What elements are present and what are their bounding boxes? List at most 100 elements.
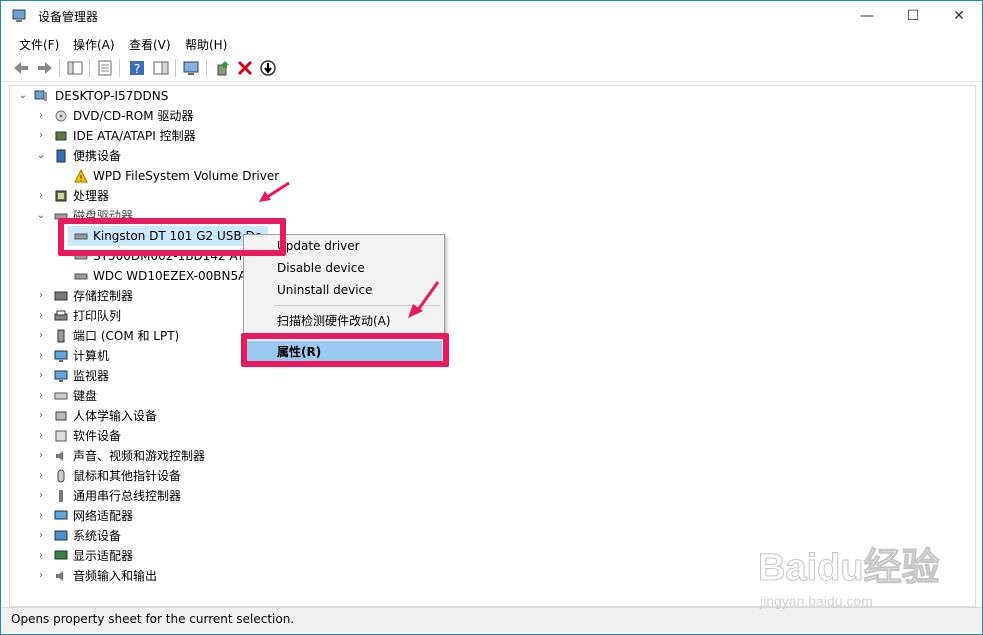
- scan-hardware-item[interactable]: 扫描检测硬件改动(A): [277, 312, 391, 329]
- annotation-box-usb-drive: [58, 218, 286, 256]
- tree-node-label: 音频输入和输出: [73, 569, 158, 583]
- toolbar-divider: [89, 59, 90, 77]
- dvd-drive-icon: [55, 110, 67, 122]
- collapse-chevron-icon[interactable]: ›: [36, 326, 46, 346]
- ide-controller-icon: [55, 131, 67, 141]
- usb-controller-icon: [59, 490, 63, 502]
- display-adapter-icon: [54, 550, 68, 560]
- toolbar-divider: [59, 59, 60, 77]
- status-text: Opens property sheet for the current sel…: [11, 612, 295, 626]
- annotation-box-properties: [241, 333, 449, 367]
- menu-help[interactable]: 帮助(H): [185, 36, 227, 53]
- menu-bar: 文件(F) 操作(A) 查看(V) 帮助(H): [1, 32, 982, 54]
- svg-text:!: !: [79, 174, 82, 183]
- collapse-chevron-icon[interactable]: ›: [36, 406, 46, 426]
- close-button[interactable]: ✕: [936, 1, 982, 31]
- baidu-watermark-logo: Baidu经验 jingyan.baidu.com: [758, 547, 940, 610]
- tree-node-label: 声音、视频和游戏控制器: [73, 449, 206, 463]
- collapse-chevron-icon[interactable]: ›: [36, 346, 46, 366]
- action-pane-icon[interactable]: [151, 58, 171, 78]
- tree-node-label: DVD/CD-ROM 驱动器: [73, 109, 194, 123]
- update-driver-item[interactable]: Update driver: [277, 239, 360, 253]
- collapse-chevron-icon[interactable]: ›: [36, 106, 46, 126]
- collapse-chevron-icon[interactable]: ›: [36, 386, 46, 406]
- collapse-chevron-icon[interactable]: ›: [36, 466, 46, 486]
- tree-node-label: 计算机: [73, 349, 110, 363]
- collapse-chevron-icon[interactable]: ›: [36, 426, 46, 446]
- processor-icon: [55, 190, 67, 202]
- expand-chevron-icon[interactable]: ⌄: [18, 86, 28, 106]
- tree-node-label: 人体学输入设备: [73, 409, 158, 423]
- tree-node-label: 端口 (COM 和 LPT): [73, 329, 180, 343]
- disable-device-item[interactable]: Disable device: [277, 261, 365, 275]
- forward-arrow-icon[interactable]: [35, 58, 55, 78]
- collapse-chevron-icon[interactable]: ›: [36, 546, 46, 566]
- storage-controller-icon: [54, 291, 68, 301]
- window-title: 设备管理器: [38, 10, 99, 24]
- watermark-url: jingyan.baidu.com: [759, 593, 873, 609]
- hid-icon: [55, 411, 67, 421]
- tree-node-label: 处理器: [73, 189, 110, 203]
- scan-hardware-monitor-icon[interactable]: [182, 58, 202, 78]
- tree-node-label: 便携设备: [73, 149, 122, 163]
- software-device-icon: [55, 430, 67, 442]
- menu-view[interactable]: 查看(V): [129, 36, 171, 53]
- tree-leaf-label: WDC WD10EZEX-00BN5A0: [93, 269, 254, 283]
- update-driver-icon[interactable]: [213, 58, 233, 78]
- collapse-chevron-icon[interactable]: ›: [36, 526, 46, 546]
- uninstall-red-x-icon[interactable]: [235, 58, 255, 78]
- tree-node-label: 打印队列: [73, 309, 122, 323]
- collapse-chevron-icon[interactable]: ›: [36, 446, 46, 466]
- port-icon: [57, 329, 65, 343]
- watermark-brand: Baidu经验: [758, 547, 940, 589]
- title-bar[interactable]: 设备管理器 — ☐ ✕: [1, 1, 982, 31]
- uninstall-device-item[interactable]: Uninstall device: [277, 283, 373, 297]
- tree-node-label: 网络适配器: [73, 509, 134, 523]
- toolbar: ?: [1, 55, 982, 82]
- menu-action[interactable]: 操作(A): [73, 36, 115, 53]
- collapse-chevron-icon[interactable]: ›: [36, 506, 46, 526]
- svg-text:?: ?: [134, 62, 140, 76]
- disk-drive-icon: [74, 273, 88, 280]
- collapse-chevron-icon[interactable]: ›: [36, 366, 46, 386]
- printer-icon: [54, 310, 68, 321]
- tree-node-label: 监视器: [73, 369, 110, 383]
- tree-node-label: 软件设备: [73, 429, 122, 443]
- collapse-chevron-icon[interactable]: ›: [36, 286, 46, 306]
- device-tree[interactable]: ⌄ DESKTOP-I57DDNS › DVD/CD-ROM 驱动器 › IDE…: [9, 85, 976, 607]
- show-hide-console-tree-icon[interactable]: [65, 58, 85, 78]
- tree-node-label: 通用串行总线控制器: [73, 489, 182, 503]
- computer-icon: [34, 90, 47, 101]
- speaker-icon: [56, 451, 63, 461]
- minimize-button[interactable]: —: [844, 1, 890, 31]
- collapse-chevron-icon[interactable]: ›: [36, 126, 46, 146]
- portable-device-icon: [56, 149, 66, 163]
- maximize-button[interactable]: ☐: [890, 1, 936, 31]
- collapse-chevron-icon[interactable]: ›: [36, 566, 46, 586]
- warning-driver-icon: !: [74, 169, 88, 183]
- tree-node-label: 键盘: [73, 389, 98, 403]
- collapse-chevron-icon[interactable]: ›: [36, 306, 46, 326]
- help-icon[interactable]: ?: [127, 58, 147, 78]
- back-arrow-icon[interactable]: [11, 58, 31, 78]
- audio-io-icon: [56, 571, 63, 581]
- tree-node-label: 系统设备: [73, 529, 122, 543]
- toolbar-divider: [119, 59, 120, 77]
- properties-icon[interactable]: [95, 58, 115, 78]
- enable-device-download-icon[interactable]: [258, 58, 278, 78]
- tree-node-label: 存储控制器: [73, 289, 134, 303]
- tree-node-label: IDE ATA/ATAPI 控制器: [73, 129, 196, 143]
- collapse-chevron-icon[interactable]: ›: [36, 486, 46, 506]
- expand-chevron-icon[interactable]: ⌄: [36, 206, 46, 226]
- tree-node-label: 鼠标和其他指针设备: [73, 469, 182, 483]
- expand-chevron-icon[interactable]: ⌄: [36, 146, 46, 166]
- status-bar: Opens property sheet for the current sel…: [1, 607, 982, 632]
- toolbar-divider: [206, 59, 207, 77]
- keyboard-icon: [54, 392, 68, 400]
- tree-leaf-label: WPD FileSystem Volume Driver: [93, 169, 280, 183]
- menu-file[interactable]: 文件(F): [19, 36, 59, 53]
- mouse-icon: [57, 469, 65, 483]
- collapse-chevron-icon[interactable]: ›: [36, 186, 46, 206]
- monitor-icon: [54, 370, 68, 382]
- system-device-icon: [54, 530, 68, 541]
